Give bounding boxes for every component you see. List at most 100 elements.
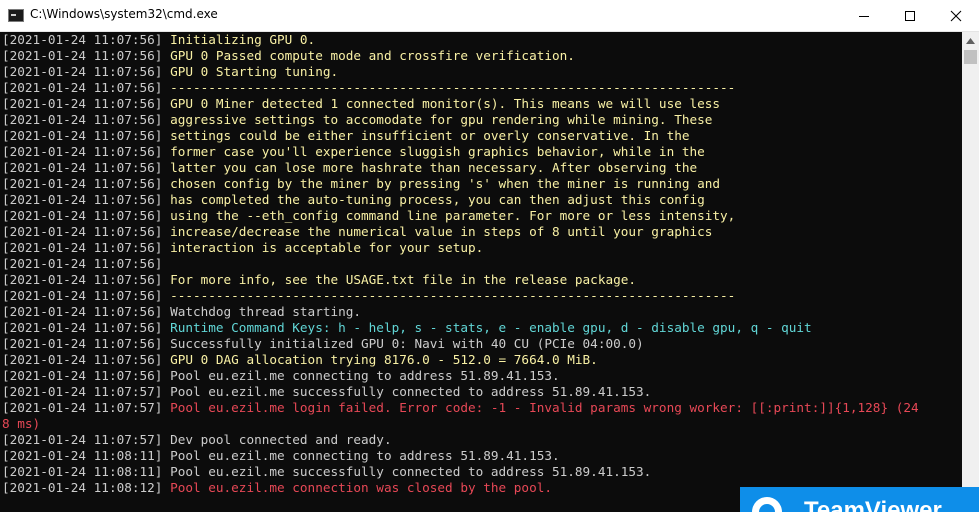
- log-timestamp: [2021-01-24 11:07:56]: [2, 96, 171, 111]
- log-message: using the --eth_config command line para…: [170, 208, 736, 223]
- log-timestamp: [2021-01-24 11:07:56]: [2, 48, 171, 63]
- log-message: ----------------------------------------…: [170, 288, 736, 303]
- log-message: Pool eu.ezil.me connecting to address 51…: [170, 368, 560, 383]
- console-line: [2021-01-24 11:07:56] GPU 0 Starting tun…: [2, 64, 338, 80]
- title-bar[interactable]: C:\Windows\system32\cmd.exe: [0, 0, 979, 32]
- log-message: Pool eu.ezil.me successfully connected t…: [170, 464, 652, 479]
- close-icon: [950, 10, 962, 21]
- console-line: [2021-01-24 11:07:56] ------------------…: [2, 288, 735, 304]
- maximize-button[interactable]: [887, 0, 933, 31]
- log-message: has completed the auto-tuning process, y…: [170, 192, 705, 207]
- console-icon[interactable]: [8, 9, 24, 22]
- log-message: increase/decrease the numerical value in…: [170, 224, 713, 239]
- console-line: [2021-01-24 11:07:56] former case you'll…: [2, 144, 705, 160]
- log-timestamp: [2021-01-24 11:08:12]: [2, 480, 171, 495]
- window-title: C:\Windows\system32\cmd.exe: [30, 7, 218, 21]
- log-message: Pool eu.ezil.me connection was closed by…: [170, 480, 552, 495]
- console-line: [2021-01-24 11:07:56] Watchdog thread st…: [2, 304, 361, 320]
- console-line: [2021-01-24 11:07:56] GPU 0 DAG allocati…: [2, 352, 598, 368]
- chevron-up-icon: [966, 37, 975, 44]
- minimize-icon: [859, 15, 869, 17]
- log-timestamp: [2021-01-24 11:07:56]: [2, 320, 171, 335]
- log-timestamp: [2021-01-24 11:07:56]: [2, 256, 171, 271]
- log-message: 8 ms): [2, 416, 41, 431]
- log-timestamp: [2021-01-24 11:07:56]: [2, 352, 171, 367]
- log-timestamp: [2021-01-24 11:07:56]: [2, 272, 171, 287]
- console-line: [2021-01-24 11:07:56] Initializing GPU 0…: [2, 32, 315, 48]
- log-timestamp: [2021-01-24 11:07:57]: [2, 384, 171, 399]
- log-message: Runtime Command Keys: h - help, s - stat…: [170, 320, 812, 335]
- log-timestamp: [2021-01-24 11:07:56]: [2, 336, 171, 351]
- log-message: GPU 0 Starting tuning.: [170, 64, 339, 79]
- log-message: chosen config by the miner by pressing '…: [170, 176, 721, 191]
- console-line: [2021-01-24 11:07:56] has completed the …: [2, 192, 705, 208]
- log-message: Pool eu.ezil.me login failed. Error code…: [170, 400, 919, 415]
- vertical-scrollbar[interactable]: [962, 32, 979, 512]
- teamviewer-logo-icon: [752, 497, 782, 512]
- console-output[interactable]: [2021-01-24 11:07:56] Initializing GPU 0…: [0, 32, 962, 512]
- console-line: [2021-01-24 11:07:56] Successfully initi…: [2, 336, 644, 352]
- log-message: Successfully initialized GPU 0: Navi wit…: [170, 336, 644, 351]
- log-timestamp: [2021-01-24 11:07:56]: [2, 224, 171, 239]
- log-message: GPU 0 Miner detected 1 connected monitor…: [170, 96, 721, 111]
- log-message: ----------------------------------------…: [170, 80, 736, 95]
- log-timestamp: [2021-01-24 11:07:56]: [2, 176, 171, 191]
- log-message: Pool eu.ezil.me successfully connected t…: [170, 384, 652, 399]
- log-message: latter you can lose more hashrate than n…: [170, 160, 698, 175]
- console-line: 8 ms): [2, 416, 40, 432]
- console-line: [2021-01-24 11:07:56] For more info, see…: [2, 272, 636, 288]
- console-line: [2021-01-24 11:07:56] using the --eth_co…: [2, 208, 735, 224]
- close-button[interactable]: [933, 0, 979, 31]
- log-message: GPU 0 DAG allocation trying 8176.0 - 512…: [170, 352, 598, 367]
- log-message: Initializing GPU 0.: [170, 32, 316, 47]
- teamviewer-header: TeamViewer: [742, 489, 979, 512]
- console-line: [2021-01-24 11:07:56] increase/decrease …: [2, 224, 712, 240]
- console-line: [2021-01-24 11:07:56]: [2, 256, 170, 272]
- console-line: [2021-01-24 11:07:56] GPU 0 Miner detect…: [2, 96, 720, 112]
- console-line: [2021-01-24 11:07:56] ------------------…: [2, 80, 735, 96]
- log-message: former case you'll experience sluggish g…: [170, 144, 705, 159]
- log-timestamp: [2021-01-24 11:07:56]: [2, 192, 171, 207]
- console-line: [2021-01-24 11:07:56] Pool eu.ezil.me co…: [2, 368, 560, 384]
- log-timestamp: [2021-01-24 11:08:11]: [2, 464, 171, 479]
- maximize-icon: [905, 10, 915, 21]
- log-timestamp: [2021-01-24 11:07:56]: [2, 160, 171, 175]
- log-timestamp: [2021-01-24 11:07:56]: [2, 304, 171, 319]
- console-line: [2021-01-24 11:07:56] Runtime Command Ke…: [2, 320, 812, 336]
- log-message: Pool eu.ezil.me connecting to address 51…: [170, 448, 560, 463]
- log-message: Watchdog thread starting.: [170, 304, 362, 319]
- log-timestamp: [2021-01-24 11:07:56]: [2, 32, 171, 47]
- console-line: [2021-01-24 11:07:57] Pool eu.ezil.me lo…: [2, 400, 919, 416]
- console-line: [2021-01-24 11:07:56] aggressive setting…: [2, 112, 712, 128]
- log-timestamp: [2021-01-24 11:07:56]: [2, 208, 171, 223]
- console-line: [2021-01-24 11:07:56] chosen config by t…: [2, 176, 720, 192]
- scroll-up-button[interactable]: [962, 32, 979, 49]
- console-line: [2021-01-24 11:08:11] Pool eu.ezil.me su…: [2, 464, 651, 480]
- minimize-button[interactable]: [841, 0, 887, 31]
- log-timestamp: [2021-01-24 11:07:57]: [2, 400, 171, 415]
- log-timestamp: [2021-01-24 11:07:57]: [2, 432, 171, 447]
- log-message: For more info, see the USAGE.txt file in…: [170, 272, 637, 287]
- log-message: settings could be either insufficient or…: [170, 128, 690, 143]
- console-line: [2021-01-24 11:07:56] latter you can los…: [2, 160, 697, 176]
- log-message: aggressive settings to accomodate for gp…: [170, 112, 713, 127]
- log-timestamp: [2021-01-24 11:07:56]: [2, 288, 171, 303]
- log-timestamp: [2021-01-24 11:07:56]: [2, 368, 171, 383]
- log-timestamp: [2021-01-24 11:07:56]: [2, 80, 171, 95]
- console-line: [2021-01-24 11:07:57] Pool eu.ezil.me su…: [2, 384, 651, 400]
- log-timestamp: [2021-01-24 11:07:56]: [2, 64, 171, 79]
- console-line: [2021-01-24 11:08:12] Pool eu.ezil.me co…: [2, 480, 552, 496]
- console-line: [2021-01-24 11:07:56] interaction is acc…: [2, 240, 483, 256]
- log-timestamp: [2021-01-24 11:07:56]: [2, 144, 171, 159]
- teamviewer-brand: TeamViewer: [804, 497, 942, 512]
- log-timestamp: [2021-01-24 11:07:56]: [2, 112, 171, 127]
- log-timestamp: [2021-01-24 11:08:11]: [2, 448, 171, 463]
- console-line: [2021-01-24 11:07:56] GPU 0 Passed compu…: [2, 48, 575, 64]
- console-line: [2021-01-24 11:08:11] Pool eu.ezil.me co…: [2, 448, 560, 464]
- log-message: GPU 0 Passed compute mode and crossfire …: [170, 48, 575, 63]
- teamviewer-popup[interactable]: TeamViewer: [740, 487, 979, 512]
- console-line: [2021-01-24 11:07:56] settings could be …: [2, 128, 689, 144]
- log-message: interaction is acceptable for your setup…: [170, 240, 484, 255]
- console-line: [2021-01-24 11:07:57] Dev pool connected…: [2, 432, 392, 448]
- scroll-thumb[interactable]: [964, 50, 977, 64]
